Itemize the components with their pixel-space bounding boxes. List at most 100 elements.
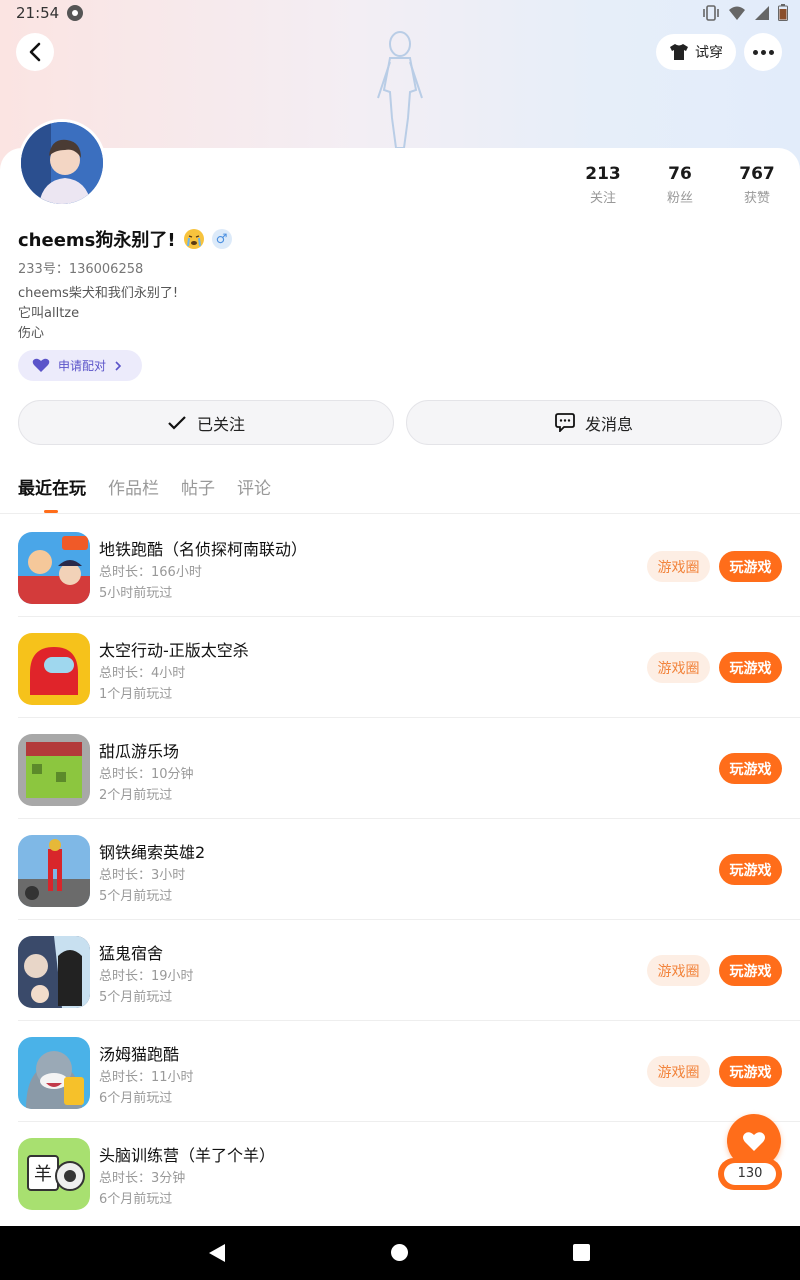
tabs-divider (0, 513, 800, 514)
heart-icon (32, 358, 50, 372)
like-count: 130 (724, 1163, 776, 1185)
game-circle-button[interactable]: 游戏圈 (647, 652, 710, 683)
crying-emoji-icon (183, 229, 204, 249)
game-title: 猛鬼宿舍 (99, 944, 164, 963)
list-item[interactable]: 甜瓜游乐场 总时长：10分钟 2个月前玩过 玩游戏 (18, 718, 800, 819)
play-game-button[interactable]: 玩游戏 (719, 652, 782, 683)
game-duration: 总时长：19小时 (99, 969, 194, 984)
dot-icon (760, 49, 766, 55)
play-game-button[interactable]: 玩游戏 (719, 551, 782, 582)
back-button[interactable] (16, 33, 54, 71)
chat-bubble-icon (555, 413, 575, 432)
game-title: 甜瓜游乐场 (99, 742, 180, 761)
request-pair-button[interactable]: 申请配对 (18, 350, 142, 381)
try-on-button[interactable]: 试穿 (656, 34, 736, 70)
list-item[interactable]: 猛鬼宿舍 总时长：19小时 5个月前玩过 游戏圈 玩游戏 (18, 920, 800, 1021)
stat-followers[interactable]: 76 粉丝 (645, 164, 715, 206)
play-game-button[interactable]: 玩游戏 (719, 955, 782, 986)
bio-line: cheems柴犬和我们永别了! (18, 286, 179, 301)
sync-icon (67, 5, 83, 21)
game-duration: 总时长：3小时 (99, 868, 186, 883)
status-time: 21:54 (16, 4, 60, 22)
list-item[interactable]: 太空行动-正版太空杀 总时长：4小时 1个月前玩过 游戏圈 玩游戏 (18, 617, 800, 718)
list-item[interactable]: 羊 头脑训练营（羊了个羊） 总时长：3分钟 6个月前玩过 (18, 1122, 800, 1223)
dot-icon (752, 49, 758, 55)
battery-icon (778, 4, 788, 21)
game-duration: 总时长：11小时 (99, 1070, 194, 1085)
game-last-played: 5个月前玩过 (99, 990, 173, 1005)
game-icon (18, 1037, 90, 1109)
signal-icon (755, 5, 769, 20)
more-options-button[interactable] (744, 33, 782, 71)
game-last-played: 5小时前玩过 (99, 586, 173, 601)
game-icon: 羊 (18, 1138, 90, 1210)
request-pair-label: 申请配对 (58, 359, 107, 373)
svg-text:羊: 羊 (34, 1164, 52, 1185)
game-icon (18, 734, 90, 806)
play-game-button[interactable]: 玩游戏 (719, 753, 782, 784)
followed-button[interactable]: 已关注 (18, 400, 394, 445)
game-last-played: 6个月前玩过 (99, 1091, 173, 1106)
stat-label: 获赞 (743, 191, 770, 206)
user-id: 233号：136006258 (18, 262, 144, 277)
game-last-played: 1个月前玩过 (99, 687, 173, 702)
vibrate-icon (703, 4, 719, 21)
game-last-played: 2个月前玩过 (99, 788, 173, 803)
list-item[interactable]: 钢铁绳索英雄2 总时长：3小时 5个月前玩过 玩游戏 (18, 819, 800, 920)
game-title: 钢铁绳索英雄2 (99, 843, 206, 862)
play-game-button[interactable]: 玩游戏 (719, 854, 782, 885)
game-title: 地铁跑酷（名侦探柯南联动） (99, 540, 308, 559)
status-bar: 21:54 (0, 0, 800, 28)
heart-icon (743, 1131, 765, 1151)
profile-tabs: 最近在玩 作品栏 帖子 评论 (18, 474, 271, 499)
dot-icon (768, 49, 774, 55)
game-duration: 总时长：166小时 (99, 565, 202, 580)
profile-stats: 213 关注 76 粉丝 767 获赞 (0, 164, 800, 214)
tshirt-icon (670, 44, 688, 60)
chevron-left-icon (29, 42, 41, 62)
tab-recently-played[interactable]: 最近在玩 (18, 474, 86, 499)
nickname: cheems狗永别了! (18, 230, 176, 251)
status-icons (702, 4, 788, 21)
game-title: 头脑训练营（羊了个羊） (99, 1146, 276, 1165)
game-title: 汤姆猫跑酷 (99, 1045, 180, 1064)
game-icon (18, 835, 90, 907)
game-last-played: 5个月前玩过 (99, 889, 173, 904)
list-item[interactable]: 地铁跑酷（名侦探柯南联动） 总时长：166小时 5小时前玩过 游戏圈 玩游戏 (18, 516, 800, 617)
stat-value: 213 (585, 164, 621, 184)
game-duration: 总时长：4小时 (99, 666, 186, 681)
stat-likes[interactable]: 767 获赞 (722, 164, 792, 206)
tab-posts[interactable]: 帖子 (181, 474, 215, 499)
bio: cheems柴犬和我们永别了! 它叫alltze 伤心 (18, 284, 178, 344)
game-duration: 总时长：3分钟 (99, 1171, 186, 1186)
game-last-played: 6个月前玩过 (99, 1192, 173, 1207)
list-item[interactable]: 汤姆猫跑酷 总时长：11小时 6个月前玩过 游戏圈 玩游戏 (18, 1021, 800, 1122)
wifi-icon (729, 6, 745, 20)
chevron-right-icon (115, 360, 122, 371)
bio-line: 伤心 (18, 326, 45, 341)
game-icon (18, 936, 90, 1008)
checkmark-icon (168, 415, 186, 430)
stat-value: 76 (668, 164, 692, 184)
game-circle-button[interactable]: 游戏圈 (647, 1056, 710, 1087)
stat-label: 粉丝 (666, 191, 693, 206)
gender-male-icon: ♂ (211, 229, 232, 249)
send-message-button[interactable]: 发消息 (406, 400, 782, 445)
system-navigation-bar (0, 1226, 800, 1280)
tab-comments[interactable]: 评论 (237, 474, 271, 499)
like-count-badge: 130 (718, 1158, 782, 1190)
game-circle-button[interactable]: 游戏圈 (647, 955, 710, 986)
play-game-button[interactable]: 玩游戏 (719, 1056, 782, 1087)
nav-home-icon[interactable] (391, 1244, 408, 1261)
nav-recent-apps-icon[interactable] (573, 1244, 590, 1261)
game-icon (18, 633, 90, 705)
nav-back-icon[interactable] (208, 1243, 226, 1263)
nickname-row: cheems狗永别了! ♂ (18, 226, 232, 252)
tab-works[interactable]: 作品栏 (108, 474, 159, 499)
stat-label: 关注 (589, 191, 616, 206)
try-on-label: 试穿 (695, 45, 723, 61)
game-duration: 总时长：10分钟 (99, 767, 194, 782)
stat-following[interactable]: 213 关注 (568, 164, 638, 206)
game-circle-button[interactable]: 游戏圈 (647, 551, 710, 582)
stat-value: 767 (739, 164, 775, 184)
